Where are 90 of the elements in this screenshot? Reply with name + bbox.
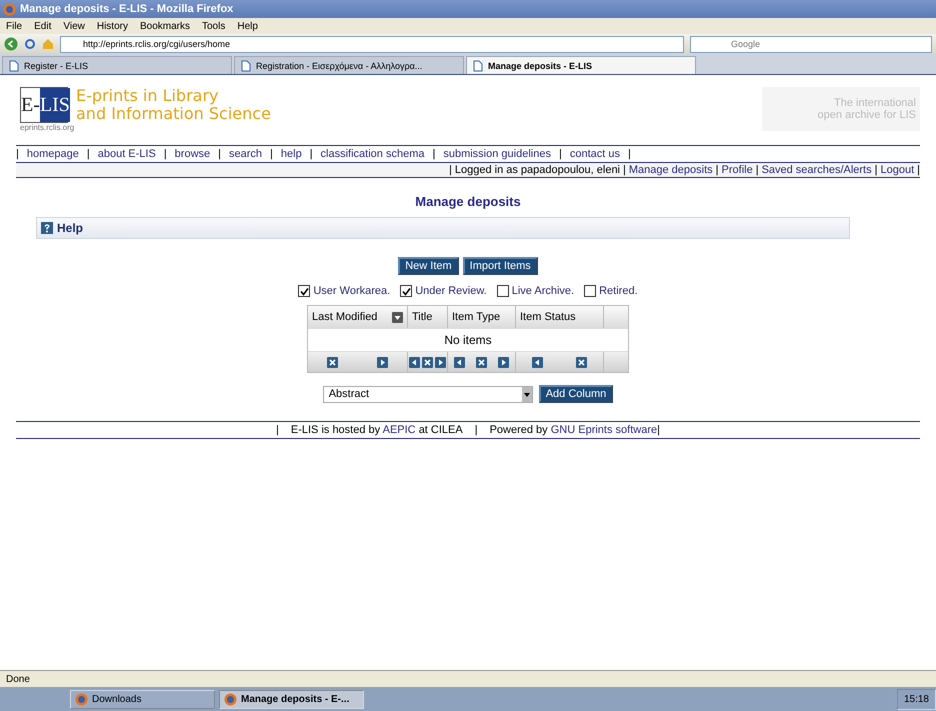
separator: |	[86, 148, 90, 160]
sort-down-icon[interactable]	[392, 312, 403, 322]
separator: |	[449, 164, 452, 176]
column-header[interactable]: Item Type	[448, 306, 516, 328]
user-link[interactable]: Profile	[722, 164, 753, 176]
page-icon	[473, 60, 483, 72]
nav-link[interactable]: contact us	[570, 148, 620, 160]
menu-item[interactable]: History	[96, 20, 128, 32]
user-link[interactable]: Logout	[880, 164, 914, 176]
column-header[interactable]: Last Modified	[308, 306, 408, 328]
site-title: E-prints in Library	[76, 87, 220, 105]
nav-link[interactable]: help	[280, 148, 302, 160]
nav-link[interactable]: classification schema	[320, 148, 424, 160]
checkbox-label[interactable]: Live Archive.	[512, 285, 574, 297]
menu-item[interactable]: Tools	[202, 20, 226, 32]
separator: |	[558, 148, 562, 160]
column-label: Last Modified	[312, 311, 378, 323]
help-icon	[41, 222, 53, 234]
footer-link[interactable]: GNU Eprints software	[550, 424, 658, 436]
separator: |	[432, 148, 436, 160]
help-bar[interactable]: Help	[36, 217, 850, 239]
remove-icon[interactable]	[422, 356, 433, 368]
separator: |	[628, 148, 631, 160]
separator: |	[310, 148, 313, 160]
nav-link[interactable]: homepage	[26, 148, 79, 160]
checkbox[interactable]	[400, 285, 412, 297]
separator: |	[917, 164, 920, 176]
clock: 15:18	[896, 688, 936, 710]
separator: |	[16, 148, 19, 160]
site-title: and Information Science	[76, 105, 271, 123]
separator: |	[164, 148, 167, 160]
taskbar-button[interactable]: Downloads	[70, 690, 215, 708]
site-tagline: The international open archive for LIS	[762, 87, 920, 131]
column-header[interactable]: Title	[408, 306, 448, 328]
separator: |	[623, 164, 626, 176]
separator: |	[874, 164, 878, 176]
login-text: Logged in as papadopoulou, eleni	[454, 164, 620, 176]
browser-tab[interactable]: Registration - Εισερχόμενα - Αλληλογρα...	[234, 56, 464, 74]
site-logo: E-LIS	[20, 87, 68, 123]
nav-link[interactable]: browse	[174, 148, 210, 160]
separator: |	[218, 148, 221, 160]
separator: |	[270, 148, 273, 160]
nav-link[interactable]: search	[229, 148, 262, 160]
browser-tab[interactable]: Manage deposits - E-LIS	[466, 56, 696, 74]
dropdown-icon	[522, 386, 532, 402]
column-header[interactable]: Item Status	[516, 306, 604, 328]
checkbox-label[interactable]: Under Review.	[415, 285, 487, 297]
remove-icon[interactable]	[327, 356, 338, 368]
separator: |	[756, 164, 759, 176]
checkbox[interactable]	[496, 285, 509, 297]
page-icon	[9, 60, 19, 72]
browser-tab[interactable]: Register - E-LIS	[2, 56, 232, 74]
checkbox[interactable]	[298, 285, 310, 297]
user-link[interactable]: Saved searches/Alerts	[762, 164, 872, 176]
empty-message: No items	[308, 328, 628, 352]
menu-item[interactable]: Edit	[34, 20, 52, 32]
column-select[interactable]: Abstract	[322, 386, 533, 402]
checkbox-label[interactable]: User Workarea.	[313, 285, 390, 297]
menu-item[interactable]: File	[6, 20, 22, 32]
page-title: Manage deposits	[414, 194, 522, 209]
taskbar-button[interactable]: Manage deposits - E-...	[219, 690, 364, 708]
menu-item[interactable]: Help	[237, 20, 258, 32]
separator: |	[474, 424, 478, 436]
powered-text: Powered by GNU Eprints software|	[490, 424, 660, 436]
hosted-text: E-LIS is hosted by AEPIC at CILEA	[290, 424, 463, 436]
menu-item[interactable]: View	[63, 20, 85, 32]
checkbox-label[interactable]: Retired.	[599, 285, 638, 297]
separator: |	[716, 164, 719, 176]
address-field[interactable]: http://eprints.rclis.org/cgi/users/home	[60, 36, 684, 52]
site-url: eprints.rclis.org	[20, 123, 76, 132]
separator: |	[276, 424, 279, 436]
column-label: Title	[412, 311, 432, 323]
nav-link[interactable]: submission guidelines	[443, 148, 551, 160]
nav-link[interactable]: about E-LIS	[98, 148, 156, 160]
status-text: Done	[0, 670, 936, 687]
user-link[interactable]: Manage deposits	[628, 164, 713, 176]
add-column-button[interactable]: Add Column	[538, 385, 614, 403]
window-title: Manage deposits - E-LIS - Mozilla Firefox	[20, 3, 234, 15]
column-label: Item Type	[452, 311, 500, 323]
remove-icon[interactable]	[476, 356, 487, 368]
remove-icon[interactable]	[576, 356, 587, 368]
action-button[interactable]: New Item	[398, 257, 459, 275]
checkbox[interactable]	[584, 285, 596, 297]
page-icon	[241, 60, 251, 72]
action-button[interactable]: Import Items	[462, 257, 538, 275]
column-label: Item Status	[520, 311, 576, 323]
footer-link[interactable]: AEPIC	[382, 424, 416, 436]
search-field[interactable]: Google	[690, 36, 932, 52]
menu-item[interactable]: Bookmarks	[140, 20, 190, 32]
back-icon[interactable]	[4, 37, 18, 51]
